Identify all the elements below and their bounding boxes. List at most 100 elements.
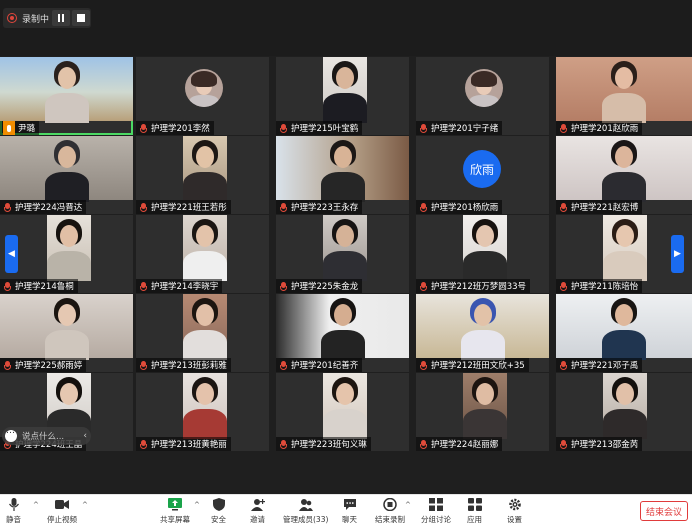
- participant-name-bar: 护理学212班田文欣+35: [416, 358, 529, 372]
- participant-name-bar: 护理学213邵金芮: [556, 437, 643, 451]
- participant-video: [323, 373, 367, 439]
- record-icon: [383, 498, 397, 511]
- chat-button[interactable]: 聊天: [342, 498, 357, 525]
- participant-tile[interactable]: 护理学213邵金芮: [556, 373, 692, 451]
- participant-video: [183, 373, 227, 439]
- settings-button[interactable]: 设置: [507, 498, 522, 525]
- microphone-muted-icon: [3, 281, 12, 291]
- participant-tile[interactable]: 护理学213班黄艳丽: [136, 373, 269, 451]
- participant-tile[interactable]: 护理学214鲁桐: [0, 215, 133, 293]
- participant-tile[interactable]: 欣雨 护理学201杨欣雨: [416, 136, 549, 214]
- participant-tile[interactable]: 护理学224冯晋达: [0, 136, 133, 214]
- participant-tile[interactable]: 尹璐: [0, 57, 133, 135]
- participant-tile[interactable]: 护理学221赵宏博: [556, 136, 692, 214]
- breakout-icon: [429, 498, 443, 511]
- chevron-left-icon[interactable]: ‹: [83, 431, 87, 441]
- invite-button[interactable]: 邀请: [250, 498, 265, 525]
- next-page-button[interactable]: ▶: [671, 235, 684, 273]
- participant-tile[interactable]: 护理学214李晓宇: [136, 215, 269, 293]
- participant-name-bar: 护理学201赵欣雨: [556, 121, 643, 135]
- participant-name: 护理学224赵丽娜: [431, 440, 499, 450]
- shield-icon: [212, 498, 225, 511]
- members-icon: [298, 499, 313, 511]
- end-recording-button[interactable]: 结束录制: [375, 498, 405, 525]
- recording-indicator: 录制中: [3, 8, 91, 28]
- participant-name: 护理学223班句义琳: [291, 440, 367, 450]
- participant-video: [603, 373, 647, 439]
- end-meeting-button[interactable]: 结束会议: [640, 501, 688, 521]
- microphone-muted-icon: [279, 202, 288, 212]
- participant-name: 护理学201李然: [151, 124, 210, 134]
- apps-button[interactable]: 应用: [467, 498, 482, 525]
- participant-tile[interactable]: 护理学201赵欣雨: [556, 57, 692, 135]
- chevron-up-icon[interactable]: ^: [82, 501, 88, 509]
- microphone-muted-icon: [139, 360, 148, 370]
- microphone-muted-icon: [419, 281, 428, 291]
- participant-name: 护理学201杨欣雨: [431, 203, 499, 213]
- breakout-rooms-button[interactable]: 分组讨论: [421, 498, 451, 525]
- participant-tile[interactable]: 护理学221邓子禹: [556, 294, 692, 372]
- chevron-up-icon[interactable]: ^: [33, 501, 39, 509]
- participant-name: 护理学223王永存: [291, 203, 359, 213]
- participant-tile[interactable]: 护理学224赵丽娜: [416, 373, 549, 451]
- manage-members-button[interactable]: 管理成员(33): [283, 498, 328, 525]
- participant-video: [416, 294, 549, 360]
- participant-tile[interactable]: 护理学201纪善齐: [276, 294, 409, 372]
- chevron-up-icon[interactable]: ^: [194, 501, 200, 509]
- participant-tile[interactable]: 护理学213班彭莉雅: [136, 294, 269, 372]
- participant-name: 护理学214李晓宇: [151, 282, 219, 292]
- mute-button[interactable]: 静音: [6, 498, 21, 525]
- stop-video-button[interactable]: 停止视频: [47, 498, 77, 525]
- participant-name-bar: 护理学221班王若彤: [136, 200, 231, 214]
- participant-name-bar: 护理学201李然: [136, 121, 214, 135]
- security-label: 安全: [211, 515, 226, 524]
- add-user-icon: [250, 499, 265, 511]
- participant-name: 护理学211陈培怡: [571, 282, 639, 292]
- participant-video: [183, 215, 227, 281]
- participant-tile[interactable]: 护理学225朱金龙: [276, 215, 409, 293]
- microphone-muted-icon: [279, 123, 288, 133]
- share-screen-icon: [168, 498, 182, 511]
- microphone-muted-icon: [139, 123, 148, 133]
- participant-video: [323, 215, 367, 281]
- participant-tile[interactable]: 护理学212班田文欣+35: [416, 294, 549, 372]
- microphone-muted-icon: [559, 360, 568, 370]
- participant-tile[interactable]: 护理学212班万梦圆33号: [416, 215, 549, 293]
- chevron-up-icon[interactable]: ^: [405, 501, 411, 509]
- participant-name-bar: 护理学201纪善齐: [276, 358, 363, 372]
- participant-tile[interactable]: 护理学225郝雨婷: [0, 294, 133, 372]
- participant-name-bar: 护理学225郝雨婷: [0, 358, 87, 372]
- gear-icon: [508, 498, 521, 511]
- participant-name-bar: 护理学211陈培怡: [556, 279, 643, 293]
- top-bar: 录制中: [0, 0, 692, 56]
- avatar: [465, 69, 503, 107]
- microphone-muted-icon: [559, 439, 568, 449]
- participant-name: 护理学212班万梦圆33号: [431, 282, 527, 292]
- pause-recording-button[interactable]: [52, 10, 70, 26]
- participant-tile[interactable]: 护理学201李然: [136, 57, 269, 135]
- stop-recording-button[interactable]: [72, 10, 90, 26]
- participant-tile[interactable]: 护理学223王永存: [276, 136, 409, 214]
- participant-video: [556, 57, 692, 123]
- share-screen-button[interactable]: 共享屏幕: [160, 498, 190, 525]
- participant-tile[interactable]: 护理学201宁子绪: [416, 57, 549, 135]
- participant-tile[interactable]: 护理学221班王若彤: [136, 136, 269, 214]
- chat-input-bubble[interactable]: 说点什么... ‹: [2, 426, 91, 445]
- breakout-rooms-label: 分组讨论: [421, 515, 451, 524]
- prev-page-button[interactable]: ◀: [5, 235, 18, 273]
- chevron-right-icon: ▶: [674, 249, 681, 259]
- meeting-toolbar: 静音 ^ 停止视频 ^ 共享屏幕 ^ 安全 邀请 管理成员(33) 聊天 结束录…: [0, 494, 692, 527]
- security-button[interactable]: 安全: [211, 498, 226, 525]
- participant-video: [463, 373, 507, 439]
- participant-name: 护理学225郝雨婷: [15, 361, 83, 371]
- participant-name: 护理学221赵宏博: [571, 203, 639, 213]
- participant-video: [323, 57, 367, 123]
- avatar: [185, 69, 223, 107]
- participant-tile[interactable]: 护理学215叶宝鹤: [276, 57, 409, 135]
- chat-placeholder: 说点什么...: [22, 432, 65, 442]
- participant-name: 护理学201宁子绪: [431, 124, 499, 134]
- participant-name-bar: 护理学213班黄艳丽: [136, 437, 231, 451]
- microphone-muted-icon: [419, 123, 428, 133]
- participant-tile[interactable]: 护理学223班句义琳: [276, 373, 409, 451]
- participant-name: 尹璐: [18, 124, 36, 134]
